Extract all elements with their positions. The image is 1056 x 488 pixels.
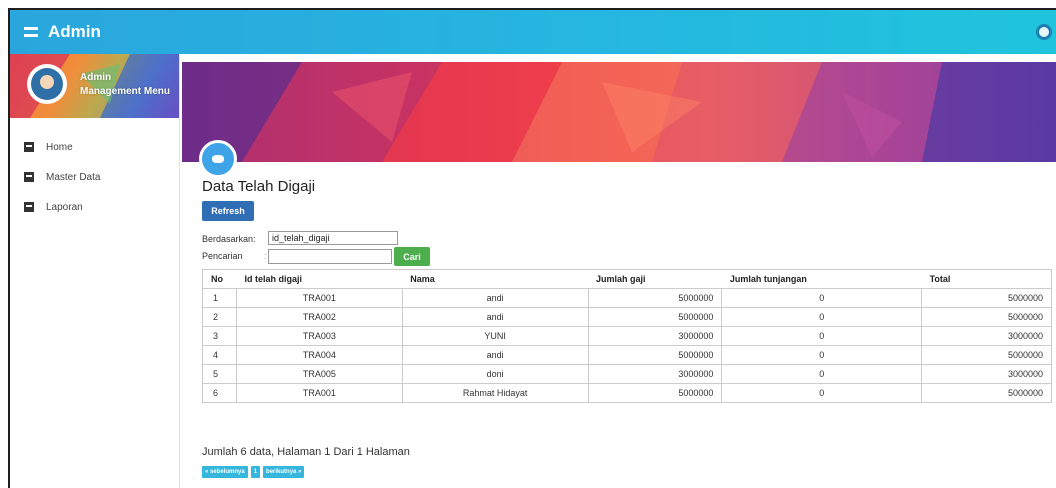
- cell-jumlah-tunjangan: 0: [721, 307, 923, 327]
- table-header-row: No Id telah digaji Nama Jumlah gaji Juml…: [202, 269, 1052, 289]
- pager-prev-button[interactable]: « sebelumnya: [202, 466, 248, 478]
- col-header-jumlah-tunjangan: Jumlah tunjangan: [721, 269, 922, 289]
- sidebar-user-name: Admin: [80, 72, 112, 83]
- cell-id: TRA004: [235, 345, 403, 365]
- sidebar-item-home[interactable]: Home: [10, 132, 179, 162]
- cell-nama: andi: [401, 307, 589, 327]
- cell-id: TRA001: [235, 288, 403, 308]
- list-icon: [24, 172, 34, 182]
- sidebar-menu: Home Master Data Laporan: [10, 132, 179, 222]
- user-avatar-icon: [31, 68, 63, 100]
- table-row: 4 TRA004 andi 5000000 0 5000000: [202, 345, 1052, 365]
- hero-banner-pattern: [182, 62, 1056, 162]
- cell-jumlah-tunjangan: 0: [721, 288, 923, 308]
- table-row: 6 TRA001 Rahmat Hidayat 5000000 0 500000…: [202, 383, 1052, 403]
- col-header-nama: Nama: [402, 269, 589, 289]
- cell-no: 4: [202, 345, 237, 365]
- sidebar-item-label: Master Data: [46, 171, 101, 183]
- cell-jumlah-gaji: 3000000: [587, 364, 723, 384]
- sidebar-user-subtitle: Management Menu: [80, 86, 171, 97]
- app-title: Admin: [48, 22, 101, 41]
- cell-id: TRA005: [235, 364, 403, 384]
- sidebar: Admin Management Menu Home Master Data L…: [10, 54, 180, 488]
- cell-id: TRA002: [235, 307, 403, 327]
- cell-id: TRA003: [235, 326, 403, 346]
- col-header-id: Id telah digaji: [236, 269, 403, 289]
- user-icon: [212, 155, 224, 163]
- cell-jumlah-tunjangan: 0: [721, 364, 923, 384]
- cell-total: 3000000: [921, 326, 1052, 346]
- hero-avatar: [199, 140, 237, 178]
- cell-jumlah-gaji: 5000000: [587, 383, 723, 403]
- cell-no: 3: [202, 326, 237, 346]
- top-bar: Admin: [10, 10, 1056, 54]
- app-window: Admin Admin Management Menu Home Master …: [8, 8, 1056, 488]
- cell-jumlah-tunjangan: 0: [721, 383, 923, 403]
- page-title: Data Telah Digaji: [202, 178, 316, 195]
- cell-no: 1: [202, 288, 237, 308]
- sidebar-item-label: Laporan: [46, 201, 83, 213]
- data-table: No Id telah digaji Nama Jumlah gaji Juml…: [202, 269, 1052, 403]
- sidebar-item-master-data[interactable]: Master Data: [10, 162, 179, 192]
- pager-page-1[interactable]: 1: [250, 466, 261, 478]
- cell-jumlah-gaji: 5000000: [587, 307, 723, 327]
- table-row: 1 TRA001 andi 5000000 0 5000000: [202, 288, 1052, 308]
- cell-nama: YUNI: [401, 326, 589, 346]
- search-button[interactable]: Cari: [394, 247, 430, 266]
- sidebar-item-label: Home: [46, 141, 73, 153]
- cell-nama: doni: [401, 364, 589, 384]
- berdasarkan-select[interactable]: id_telah_digaji: [268, 231, 398, 245]
- berdasarkan-label: Berdasarkan:: [202, 234, 256, 244]
- cell-no: 2: [202, 307, 237, 327]
- cell-jumlah-gaji: 5000000: [587, 288, 723, 308]
- table-row: 3 TRA003 YUNI 3000000 0 3000000: [202, 326, 1052, 346]
- cell-nama: Rahmat Hidayat: [401, 383, 589, 403]
- table-row: 2 TRA002 andi 5000000 0 5000000: [202, 307, 1052, 327]
- cell-no: 5: [202, 364, 237, 384]
- hero-banner: [182, 62, 1056, 162]
- pagination: « sebelumnya 1 berikutnya »: [202, 466, 305, 478]
- pencarian-colon: :: [264, 251, 267, 261]
- search-input[interactable]: [268, 249, 392, 264]
- sidebar-user: Admin Management Menu: [80, 71, 170, 99]
- cell-no: 6: [202, 383, 237, 403]
- cell-total: 5000000: [921, 288, 1052, 308]
- pencarian-label: Pencarian: [202, 251, 243, 261]
- cell-jumlah-gaji: 3000000: [587, 326, 723, 346]
- col-header-total: Total: [921, 269, 1052, 289]
- cell-nama: andi: [401, 288, 589, 308]
- refresh-button[interactable]: Refresh: [202, 201, 254, 221]
- report-icon: [24, 202, 34, 212]
- col-header-no: No: [202, 269, 237, 289]
- sidebar-item-laporan[interactable]: Laporan: [10, 192, 179, 222]
- main-content: Data Telah Digaji Refresh Berdasarkan: i…: [182, 54, 1056, 488]
- sidebar-banner: Admin Management Menu: [10, 54, 179, 118]
- cell-jumlah-tunjangan: 0: [721, 345, 923, 365]
- cell-total: 3000000: [921, 364, 1052, 384]
- cell-jumlah-gaji: 5000000: [587, 345, 723, 365]
- sidebar-avatar: [27, 64, 67, 104]
- pager-next-button[interactable]: berikutnya »: [263, 466, 305, 478]
- cell-total: 5000000: [921, 307, 1052, 327]
- col-header-jumlah-gaji: Jumlah gaji: [588, 269, 722, 289]
- menu-icon[interactable]: [24, 27, 38, 37]
- pagination-summary: Jumlah 6 data, Halaman 1 Dari 1 Halaman: [202, 446, 410, 458]
- cell-nama: andi: [401, 345, 589, 365]
- cell-total: 5000000: [921, 345, 1052, 365]
- user-circle-icon[interactable]: [1036, 24, 1052, 40]
- cell-jumlah-tunjangan: 0: [721, 326, 923, 346]
- cell-id: TRA001: [235, 383, 403, 403]
- table-row: 5 TRA005 doni 3000000 0 3000000: [202, 364, 1052, 384]
- cell-total: 5000000: [921, 383, 1052, 403]
- home-icon: [24, 142, 34, 152]
